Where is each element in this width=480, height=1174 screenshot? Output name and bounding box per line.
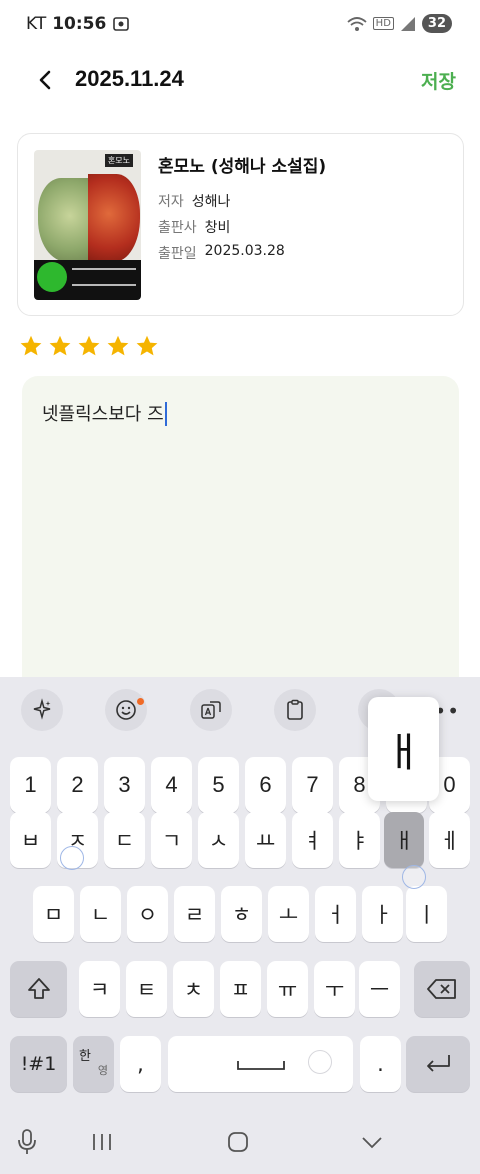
key-b[interactable]: ㅂ: [10, 812, 51, 868]
key-m[interactable]: ㅁ: [33, 886, 74, 942]
key-i[interactable]: ㅣ: [406, 886, 447, 942]
cover-red-apple: [88, 174, 140, 262]
key-t[interactable]: ㅌ: [126, 961, 167, 1017]
battery-badge: 32: [421, 14, 452, 33]
touch-indicator: [308, 1050, 332, 1074]
comma-key[interactable]: ,: [120, 1036, 161, 1092]
recent-apps-icon[interactable]: [90, 1130, 114, 1154]
memo-text: 넷플릭스보다 즈: [42, 404, 164, 425]
lang-english-label: 영: [97, 1064, 108, 1077]
star-icon[interactable]: [135, 334, 159, 358]
clipboard-icon[interactable]: [274, 689, 316, 731]
backspace-key[interactable]: [414, 961, 470, 1017]
star-icon[interactable]: [48, 334, 72, 358]
star-icon[interactable]: [77, 334, 101, 358]
wifi-icon: [347, 16, 367, 31]
key-6[interactable]: 6: [245, 757, 286, 813]
key-u[interactable]: ㅜ: [314, 961, 355, 1017]
key-p[interactable]: ㅍ: [220, 961, 261, 1017]
key-g[interactable]: ㄱ: [151, 812, 192, 868]
star-icon[interactable]: [106, 334, 130, 358]
app-bar: 2025.11.24 저장: [0, 58, 480, 102]
screen-record-icon: [113, 17, 130, 31]
key-1[interactable]: 1: [10, 757, 51, 813]
key-a[interactable]: ㅏ: [362, 886, 403, 942]
lang-korean-label: 한: [79, 1049, 91, 1064]
key-s[interactable]: ㅅ: [198, 812, 239, 868]
status-left: KT 10:56: [26, 14, 130, 34]
key-ng[interactable]: ㅇ: [127, 886, 168, 942]
status-right: HD 32: [347, 14, 452, 33]
key-ch[interactable]: ㅊ: [173, 961, 214, 1017]
date-row: 출판일 2025.03.28: [158, 243, 285, 263]
key-yo[interactable]: ㅛ: [245, 812, 286, 868]
key-5[interactable]: 5: [198, 757, 239, 813]
space-icon: [236, 1061, 285, 1070]
key-d[interactable]: ㄷ: [104, 812, 145, 868]
hide-keyboard-icon[interactable]: [360, 1130, 384, 1154]
touch-indicator: [60, 846, 84, 870]
status-bar: KT 10:56 HD 32: [0, 0, 480, 50]
key-o[interactable]: ㅗ: [268, 886, 309, 942]
publisher-label: 출판사: [158, 220, 197, 236]
language-toggle-key[interactable]: 한 영: [73, 1036, 114, 1092]
notification-dot: [137, 698, 144, 705]
star-rating[interactable]: [19, 334, 159, 358]
touch-indicator: [402, 865, 426, 889]
home-icon[interactable]: [226, 1130, 250, 1154]
save-button[interactable]: 저장: [421, 67, 456, 94]
key-eu[interactable]: ㅡ: [359, 961, 400, 1017]
shift-key[interactable]: [10, 961, 67, 1017]
signal-icon: [400, 16, 415, 31]
key-ya[interactable]: ㅑ: [339, 812, 380, 868]
sparkle-icon[interactable]: [21, 689, 63, 731]
book-cover-image: 혼모노: [34, 150, 141, 300]
symbols-key[interactable]: !#1: [10, 1036, 67, 1092]
text-caret: [164, 402, 167, 426]
key-k[interactable]: ㅋ: [79, 961, 120, 1017]
key-e[interactable]: ㅔ: [429, 812, 470, 868]
key-3[interactable]: 3: [104, 757, 145, 813]
author-label: 저자: [158, 194, 184, 210]
emoji-icon[interactable]: [105, 689, 147, 731]
cover-title-label: 혼모노: [104, 154, 133, 167]
backspace-icon: [427, 979, 456, 999]
cover-green-badge: [37, 262, 67, 292]
star-icon[interactable]: [19, 334, 43, 358]
carrier-label: KT: [26, 14, 47, 34]
key-eo[interactable]: ㅓ: [315, 886, 356, 942]
back-arrow-icon[interactable]: [34, 68, 58, 92]
key-r[interactable]: ㄹ: [174, 886, 215, 942]
key-yeo[interactable]: ㅕ: [292, 812, 333, 868]
date-label: 출판일: [158, 246, 197, 262]
key-n[interactable]: ㄴ: [80, 886, 121, 942]
publisher-value: 창비: [204, 220, 231, 236]
key-yu[interactable]: ㅠ: [267, 961, 308, 1017]
author-row: 저자 성해나: [158, 191, 230, 211]
key-popup-preview: ㅐ: [368, 697, 439, 801]
key-4[interactable]: 4: [151, 757, 192, 813]
key-2[interactable]: 2: [57, 757, 98, 813]
cover-quote: [72, 268, 136, 286]
key-h[interactable]: ㅎ: [221, 886, 262, 942]
date-value: 2025.03.28: [204, 243, 285, 259]
clock: 10:56: [52, 14, 107, 34]
enter-key[interactable]: [406, 1036, 470, 1092]
enter-icon: [427, 1055, 450, 1072]
memo-text-wrapper: 넷플릭스보다 즈: [42, 400, 167, 426]
page-title: 2025.11.24: [75, 66, 184, 91]
publisher-row: 출판사 창비: [158, 217, 230, 237]
period-key[interactable]: .: [360, 1036, 401, 1092]
microphone-icon[interactable]: [14, 1128, 40, 1156]
hd-icon: HD: [372, 17, 394, 30]
key-7[interactable]: 7: [292, 757, 333, 813]
memo-textarea[interactable]: 넷플릭스보다 즈: [22, 376, 459, 696]
system-nav-bar: [0, 1120, 480, 1174]
book-card[interactable]: 혼모노 혼모노 (성해나 소설집) 저자 성해나 출판사 창비 출판일 2025…: [17, 133, 464, 316]
key-ae-pressed[interactable]: ㅐ: [384, 812, 424, 868]
author-value: 성해나: [191, 194, 231, 210]
translate-icon[interactable]: [190, 689, 232, 731]
shift-icon: [27, 978, 50, 999]
book-title: 혼모노 (성해나 소설집): [158, 157, 327, 177]
